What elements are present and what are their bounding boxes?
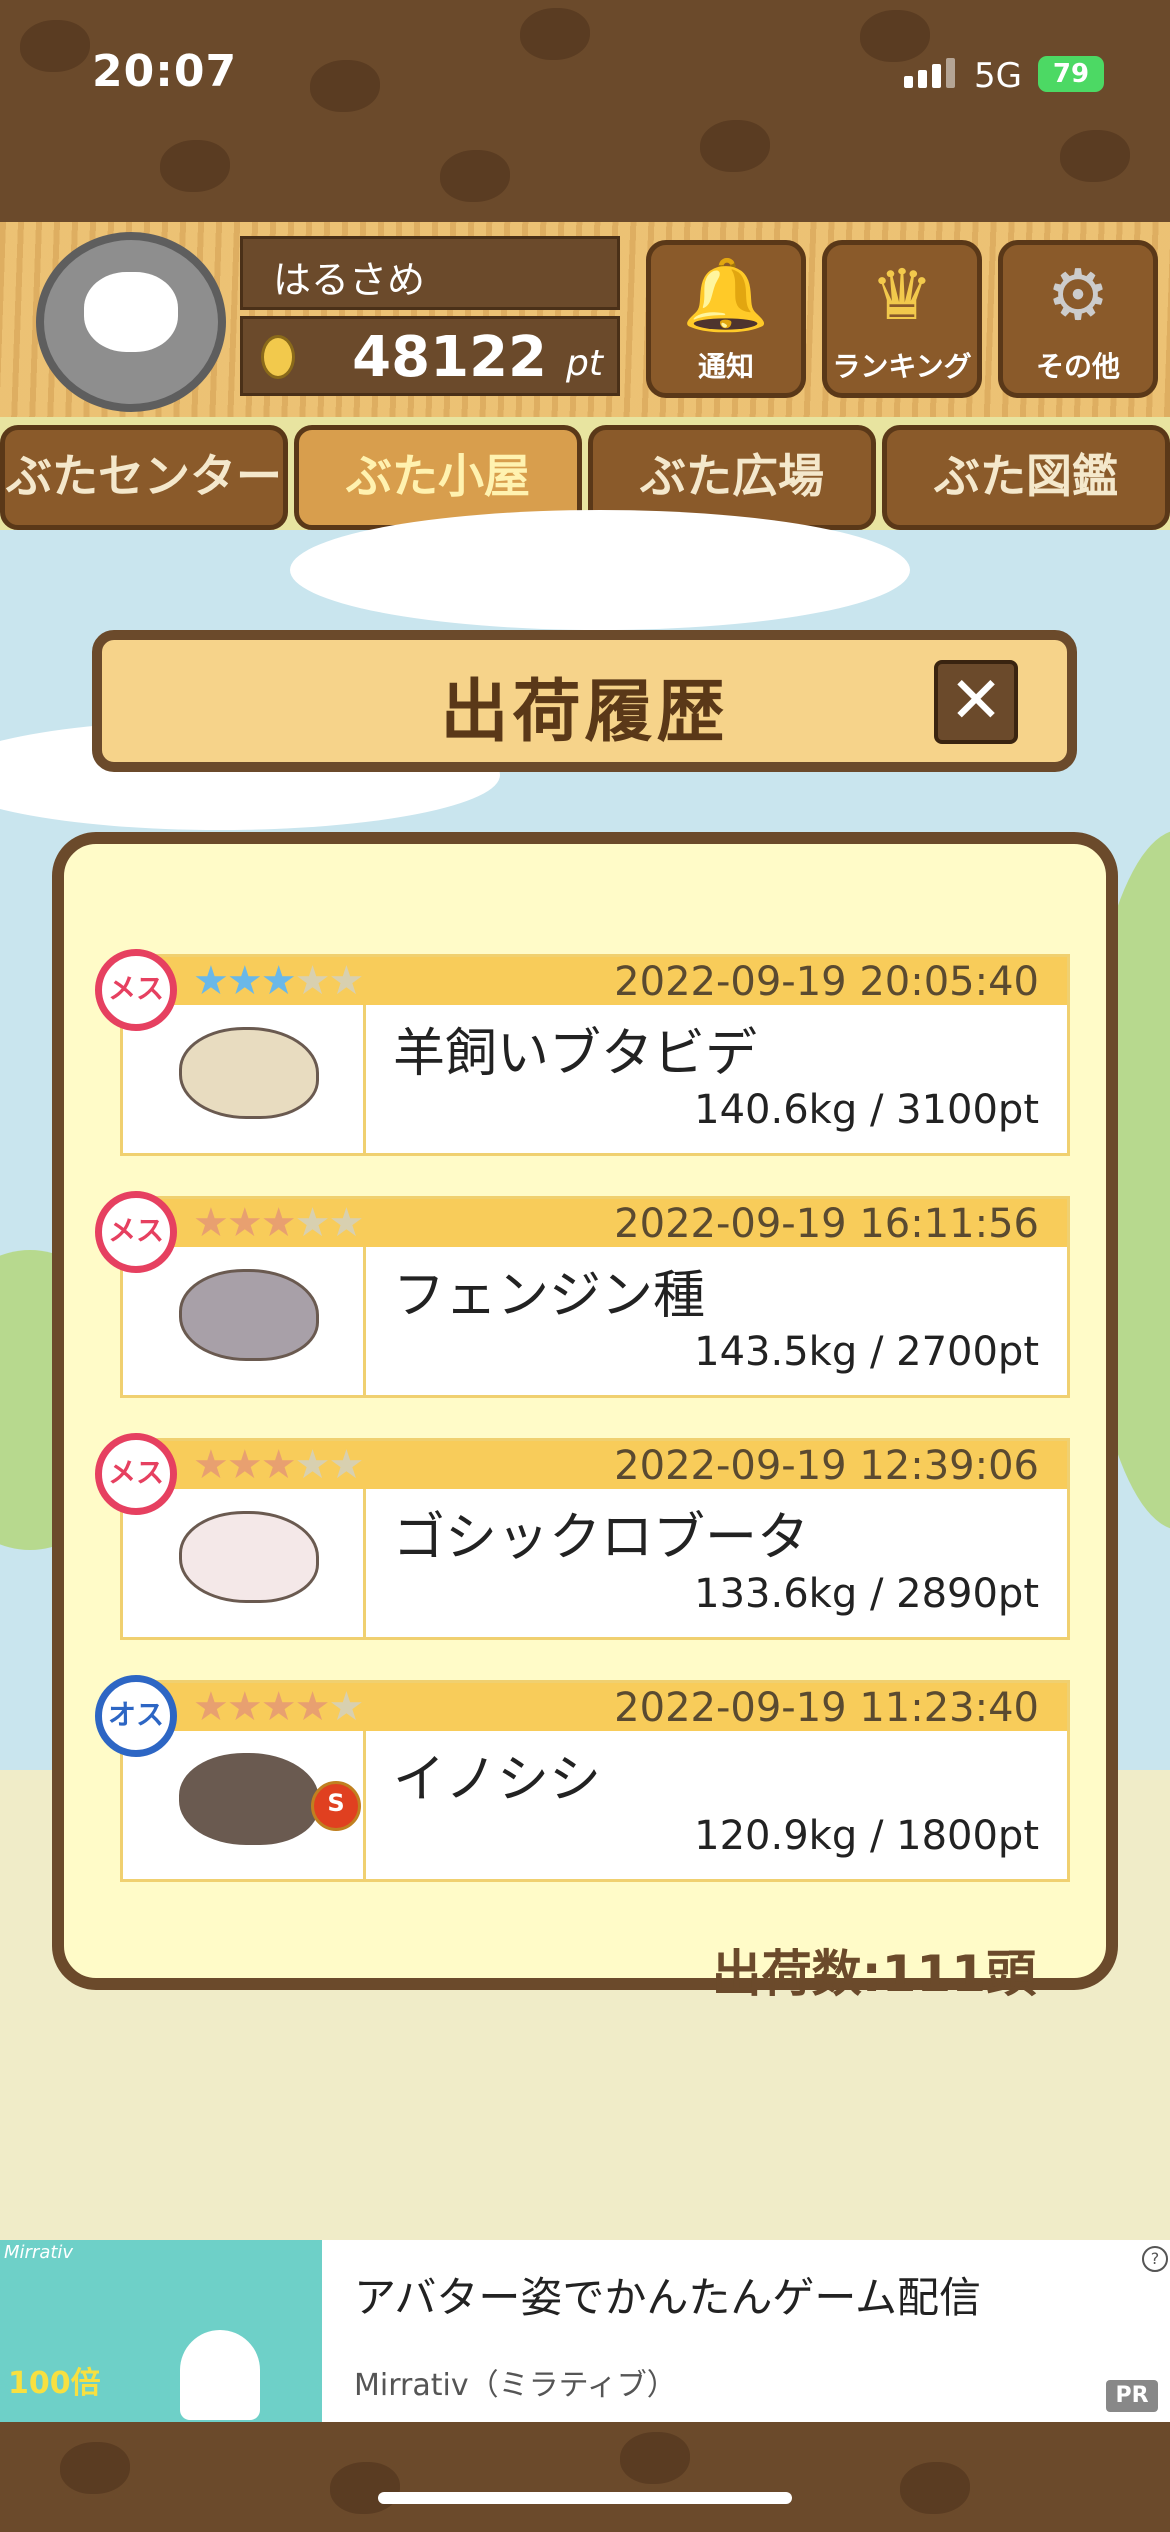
male-icon: オス [95,1675,177,1757]
points-display: 48122 pt [240,316,620,396]
entry-date: 2022-09-19 20:05:40 [614,959,1039,1005]
list-item[interactable]: ★★★★★ 2022-09-19 20:05:40 羊飼いブタビデ 140.6k… [95,949,1070,1156]
entry-header: ★★★★★ 2022-09-19 12:39:06 [123,1441,1067,1489]
list-item[interactable]: ★★★★★ 2022-09-19 16:11:56 フェンジン種 143.5kg… [95,1191,1070,1398]
network-type: 5G [974,56,1022,96]
home-indicator[interactable] [378,2492,792,2504]
rarity-stars: ★★★★★ [193,1442,364,1488]
entry-header: ★★★★★ 2022-09-19 11:23:40 [123,1683,1067,1731]
female-icon: メス [95,949,177,1031]
points-unit: pt [566,343,603,384]
pig-image [123,1489,366,1637]
status-time: 20:07 [92,46,238,97]
ranking-label: ランキング [832,350,972,383]
ad-info-icon[interactable]: ? [1142,2246,1168,2272]
entry-header: ★★★★★ 2022-09-19 20:05:40 [123,957,1067,1005]
shipment-count: 出荷数:111頭 [711,1945,1036,2003]
notification-button[interactable]: 🔔 通知 [646,240,806,398]
ad-subtitle: Mirrativ（ミラティブ） [354,2368,677,2403]
tab-buta-center[interactable]: ぶたセンター [0,425,288,530]
rarity-stars: ★★★★★ [193,958,364,1004]
entry-date: 2022-09-19 11:23:40 [614,1685,1039,1731]
pig-image [123,1005,366,1153]
pig-face-icon [84,272,178,352]
rank-badge-avatar[interactable] [36,232,226,412]
list-item[interactable]: ★★★★★ 2022-09-19 12:39:06 ゴシックロブータ 133.6… [95,1433,1070,1640]
notification-label: 通知 [697,350,754,383]
rarity-stars: ★★★★★ [193,1200,364,1246]
rabbit-icon [180,2330,260,2420]
female-icon: メス [95,1191,177,1273]
pig-name: イノシシ [393,1750,602,1810]
entry-date: 2022-09-19 16:11:56 [614,1201,1039,1247]
pig-name: ゴシックロブータ [393,1508,810,1568]
crown-icon: ♛ [870,254,934,336]
dialog-title: 出荷履歴 [440,673,729,752]
coin-icon [261,335,295,379]
female-icon: メス [95,1433,177,1515]
rarity-stars: ★★★★★ [193,1684,364,1730]
boar-icon [179,1753,319,1845]
other-button[interactable]: ⚙ その他 [998,240,1158,398]
gear-icon: ⚙ [1046,254,1110,336]
weight-points: 143.5kg / 2700pt [694,1329,1039,1375]
pig-icon [179,1269,319,1361]
list-item[interactable]: ★★★★★ 2022-09-19 11:23:40 S イノシシ 120.9kg… [95,1675,1070,1882]
dialog-title-board: 出荷履歴 ✕ [92,630,1077,772]
pr-badge: PR [1106,2380,1158,2412]
pig-name: フェンジン種 [393,1266,706,1326]
ad-title[interactable]: アバター姿でかんたんゲーム配信 [354,2264,981,2325]
entry-header: ★★★★★ 2022-09-19 16:11:56 [123,1199,1067,1247]
ad-banner[interactable]: Mirrativ 100倍 アバター姿でかんたんゲーム配信 Mirrativ（ミ… [0,2240,1170,2422]
pig-icon [179,1027,319,1119]
ad-promo: 100倍 [8,2366,101,2401]
pig-image [123,1247,366,1395]
battery-icon: 79 [1038,56,1104,92]
tab-buta-zukan[interactable]: ぶた図鑑 [882,425,1170,530]
ranking-button[interactable]: ♛ ランキング [822,240,982,398]
username: はるさめ [240,236,620,310]
other-label: その他 [1035,350,1120,383]
weight-points: 140.6kg / 3100pt [694,1087,1039,1133]
pig-icon [179,1511,319,1603]
points-value: 48122 [352,325,547,390]
entry-date: 2022-09-19 12:39:06 [614,1443,1039,1489]
shipment-history-panel: ★★★★★ 2022-09-19 20:05:40 羊飼いブタビデ 140.6k… [52,832,1118,2003]
bottom-background [0,2422,1170,2532]
pig-name: 羊飼いブタビデ [393,1024,758,1084]
pig-image: S [123,1731,366,1879]
signal-icon [904,58,960,88]
close-button[interactable]: ✕ [934,660,1018,744]
ad-brand: Mirrativ [4,2242,74,2263]
status-bar-background [0,0,1170,222]
ad-image[interactable]: Mirrativ 100倍 [0,2240,322,2422]
weight-points: 133.6kg / 2890pt [694,1571,1039,1617]
bell-icon: 🔔 [682,254,770,336]
weight-points: 120.9kg / 1800pt [694,1813,1039,1859]
medal-icon: S [311,1781,361,1831]
